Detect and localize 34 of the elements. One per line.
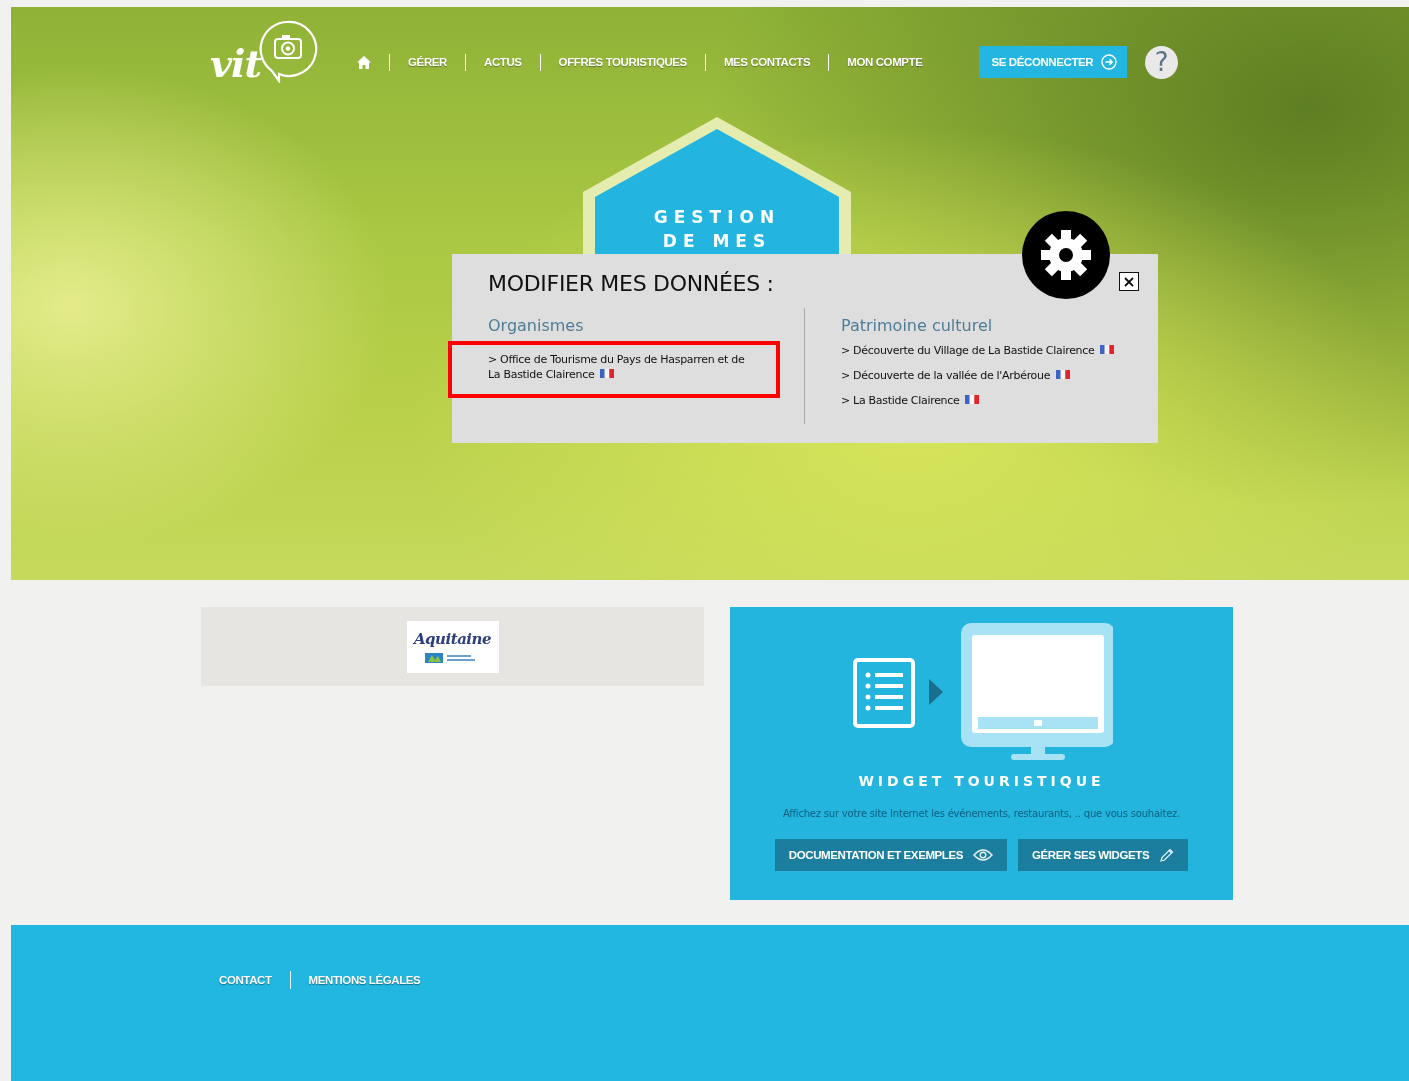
close-icon — [1124, 276, 1134, 287]
flag-icon — [600, 369, 615, 378]
manage-widgets-button[interactable]: GÉRER SES WIDGETS — [1018, 839, 1189, 871]
column-heading: Organismes — [488, 316, 585, 335]
column-heading: Patrimoine culturel — [841, 316, 994, 335]
data-link[interactable]: > Découverte du Village de La Bastide Clairence — [841, 343, 1157, 358]
flag-icon — [1100, 345, 1115, 354]
modal-title: MODIFIER MES DONNÉES : — [488, 271, 774, 296]
help-button[interactable]: ? — [1145, 45, 1179, 79]
flag-icon — [1056, 370, 1071, 379]
banner-title: DE MES — [661, 230, 773, 253]
nav-link[interactable]: MES CONTACTS — [723, 56, 811, 68]
widget-title: WIDGET TOURISTIQUE — [858, 773, 1105, 789]
data-link[interactable]: > Office de Tourisme du Pays de Hasparren et de La Bastide Clairence — [488, 352, 756, 382]
nav-link[interactable]: OFFRES TOURISTIQUES — [558, 56, 687, 68]
footer-link[interactable]: CONTACT — [219, 974, 272, 986]
gear-icon — [1022, 211, 1110, 299]
logout-button[interactable]: SE DÉCONNECTER — [978, 46, 1128, 78]
arrow-circle-icon — [1101, 54, 1118, 70]
nav-link[interactable]: ACTUS — [484, 56, 522, 68]
site-logo[interactable]: vit — [210, 18, 320, 86]
widget-description: Affichez sur votre site Internet les événements, restaurants, .. que vous souhaitez. — [782, 808, 1181, 819]
flag-icon — [965, 395, 980, 404]
partner-logo: Aquitaine — [406, 620, 499, 673]
pencil-icon — [1159, 847, 1175, 863]
data-link[interactable]: > La Bastide Clairence — [841, 393, 1157, 408]
banner-title: GESTION — [652, 206, 782, 229]
data-link[interactable]: > Découverte de la vallée de l'Arbéroue — [841, 368, 1157, 383]
footer-link[interactable]: MENTIONS LÉGALES — [308, 974, 421, 986]
close-button[interactable] — [1119, 272, 1139, 291]
nav-link[interactable]: GÉRER — [408, 56, 447, 68]
documentation-button[interactable]: DOCUMENTATION ET EXEMPLES — [774, 839, 1008, 871]
eye-icon — [973, 848, 994, 862]
nav-link[interactable]: MON COMPTE — [847, 56, 923, 68]
